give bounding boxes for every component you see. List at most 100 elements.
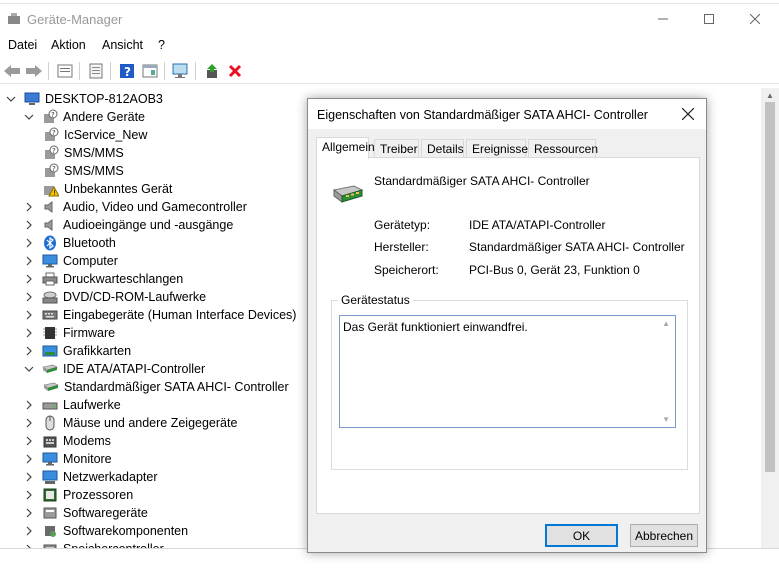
expand-chevron-icon[interactable] xyxy=(24,526,34,536)
unknown-device-icon: ? xyxy=(43,145,59,161)
maximize-button[interactable] xyxy=(686,4,732,34)
tab-ressourcen[interactable]: Ressourcen xyxy=(528,139,598,158)
controller-card-icon xyxy=(332,180,364,208)
uninstall-device-icon[interactable] xyxy=(225,61,245,81)
tree-item-sms-mms[interactable]: ? SMS/MMS xyxy=(43,162,124,180)
expand-chevron-icon[interactable] xyxy=(24,310,34,320)
forward-arrow-icon[interactable] xyxy=(24,61,44,81)
collapse-chevron-icon[interactable] xyxy=(24,112,34,122)
minimize-button[interactable] xyxy=(640,4,686,34)
tree-item-label: SMS/MMS xyxy=(64,146,124,160)
tree-item-netzwerkadapter[interactable]: Netzwerkadapter xyxy=(24,468,158,486)
tree-item-icservice-new[interactable]: ? IcService_New xyxy=(43,126,147,144)
tree-item-dvd-cd-rom-laufwerke[interactable]: DVD/CD-ROM-Laufwerke xyxy=(24,288,206,306)
tab-ereignisse[interactable]: Ereignisse xyxy=(466,139,528,158)
expand-chevron-icon[interactable] xyxy=(24,220,34,230)
expand-chevron-icon[interactable] xyxy=(24,436,34,446)
view-panel-icon[interactable] xyxy=(140,61,160,81)
tree-item-label: Softwarekomponenten xyxy=(63,524,189,538)
cancel-button[interactable]: Abbrechen xyxy=(630,524,698,547)
expand-chevron-icon[interactable] xyxy=(24,238,34,248)
computer-icon xyxy=(24,91,40,107)
tree-scrollbar[interactable]: ▲ xyxy=(761,88,779,548)
help-icon[interactable]: ? xyxy=(117,61,137,81)
document-icon[interactable] xyxy=(86,61,106,81)
software-component-icon xyxy=(42,523,58,539)
tree-item-label: IcService_New xyxy=(64,128,148,142)
expand-chevron-icon[interactable] xyxy=(24,418,34,428)
monitor-icon xyxy=(42,253,58,269)
update-driver-icon[interactable] xyxy=(202,61,222,81)
menu-datei[interactable]: Datei xyxy=(8,38,37,52)
tree-item-andere-ger-te[interactable]: ? Andere Geräte xyxy=(24,108,145,126)
tree-item-sms-mms[interactable]: ? SMS/MMS xyxy=(43,144,124,162)
tree-item-grafikkarten[interactable]: Grafikkarten xyxy=(24,342,131,360)
collapse-chevron-icon[interactable] xyxy=(6,94,16,104)
tree-item-standardm-iger-sata-ahci-controller[interactable]: Standardmäßiger SATA AHCI- Controller xyxy=(43,378,289,396)
tree-item-modems[interactable]: Modems xyxy=(24,432,111,450)
scrollbar-thumb[interactable] xyxy=(765,102,775,472)
tab-treiber[interactable]: Treiber xyxy=(374,139,419,158)
tree-root[interactable]: DESKTOP-812AOB3 xyxy=(6,90,163,108)
tree-item-firmware[interactable]: Firmware xyxy=(24,324,115,342)
tree-item-speichercontroller[interactable]: Speichercontroller xyxy=(24,540,164,548)
tree-item-label: Monitore xyxy=(63,452,112,466)
tree-item-monitore[interactable]: Monitore xyxy=(24,450,112,468)
menu-ansicht[interactable]: Ansicht xyxy=(102,38,143,52)
tree-item-label: Audioeingänge und -ausgänge xyxy=(63,218,234,232)
expand-chevron-icon[interactable] xyxy=(24,202,34,212)
expand-chevron-icon[interactable] xyxy=(24,454,34,464)
tab-allgemein[interactable]: Allgemein xyxy=(316,137,375,159)
tree-item-prozessoren[interactable]: Prozessoren xyxy=(24,486,133,504)
expand-chevron-icon[interactable] xyxy=(24,274,34,284)
dialog-close-button[interactable] xyxy=(681,103,695,125)
tree-item-label: Modems xyxy=(63,434,111,448)
tree-item-audioeing-nge-und-ausg-nge[interactable]: Audioeingänge und -ausgänge xyxy=(24,216,233,234)
tree-item-label: IDE ATA/ATAPI-Controller xyxy=(63,362,206,376)
expand-chevron-icon[interactable] xyxy=(24,328,34,338)
tree-item-label: Netzwerkadapter xyxy=(63,470,158,484)
svg-text:?: ? xyxy=(52,147,56,155)
close-button[interactable] xyxy=(732,4,778,34)
tree-item-bluetooth[interactable]: Bluetooth xyxy=(24,234,116,252)
status-scroll-down-icon[interactable]: ▼ xyxy=(662,415,670,424)
tree-item-unbekanntes-ger-t[interactable]: ! Unbekanntes Gerät xyxy=(43,180,172,198)
status-scroll-up-icon[interactable]: ▲ xyxy=(662,319,670,328)
ok-button[interactable]: OK xyxy=(545,524,618,547)
svg-text:?: ? xyxy=(52,165,56,173)
tree-item-computer[interactable]: Computer xyxy=(24,252,118,270)
tree-item-druckwarteschlangen[interactable]: Druckwarteschlangen xyxy=(24,270,183,288)
tree-item-label: Prozessoren xyxy=(63,488,134,502)
scroll-up-icon[interactable]: ▲ xyxy=(766,91,774,100)
tree-item-laufwerke[interactable]: Laufwerke xyxy=(24,396,121,414)
tree-item-audio-video-und-gamecontroller[interactable]: Audio, Video und Gamecontroller xyxy=(24,198,247,216)
collapse-chevron-icon[interactable] xyxy=(24,364,34,374)
expand-chevron-icon[interactable] xyxy=(24,292,34,302)
expand-chevron-icon[interactable] xyxy=(24,490,34,500)
bluetooth-icon xyxy=(42,235,58,251)
manufacturer-label: Hersteller: xyxy=(374,240,429,254)
tab-details[interactable]: Details xyxy=(421,139,464,158)
back-arrow-icon[interactable] xyxy=(2,61,22,81)
expand-chevron-icon[interactable] xyxy=(24,400,34,410)
expand-chevron-icon[interactable] xyxy=(24,346,34,356)
menu-aktion[interactable]: Aktion xyxy=(51,38,86,52)
expand-chevron-icon[interactable] xyxy=(24,508,34,518)
tree-item-label: Computer xyxy=(63,254,118,268)
tree-item-softwarekomponenten[interactable]: Softwarekomponenten xyxy=(24,522,188,540)
unknown-device-icon: ? xyxy=(43,127,59,143)
properties-view-icon[interactable] xyxy=(55,61,75,81)
tree-item-label: Eingabegeräte (Human Interface Devices) xyxy=(63,308,297,322)
device-status-textbox[interactable]: Das Gerät funktioniert einwandfrei. ▲ ▼ xyxy=(339,315,676,428)
menu-help[interactable]: ? xyxy=(158,38,165,52)
tree-item-label: DVD/CD-ROM-Laufwerke xyxy=(63,290,207,304)
tree-item-ide-ata-atapi-controller[interactable]: IDE ATA/ATAPI-Controller xyxy=(24,360,205,378)
expand-chevron-icon[interactable] xyxy=(24,472,34,482)
tree-item-softwareger-te[interactable]: Softwaregeräte xyxy=(24,504,148,522)
tree-item-eingabeger-te-human-interface-devices[interactable]: Eingabegeräte (Human Interface Devices) xyxy=(24,306,296,324)
scan-hardware-icon[interactable] xyxy=(171,61,191,81)
tree-item-m-use-und-andere-zeigeger-te[interactable]: Mäuse und andere Zeigegeräte xyxy=(24,414,237,432)
modem-icon xyxy=(42,433,58,449)
tree-root-label: DESKTOP-812AOB3 xyxy=(45,92,163,106)
expand-chevron-icon[interactable] xyxy=(24,256,34,266)
